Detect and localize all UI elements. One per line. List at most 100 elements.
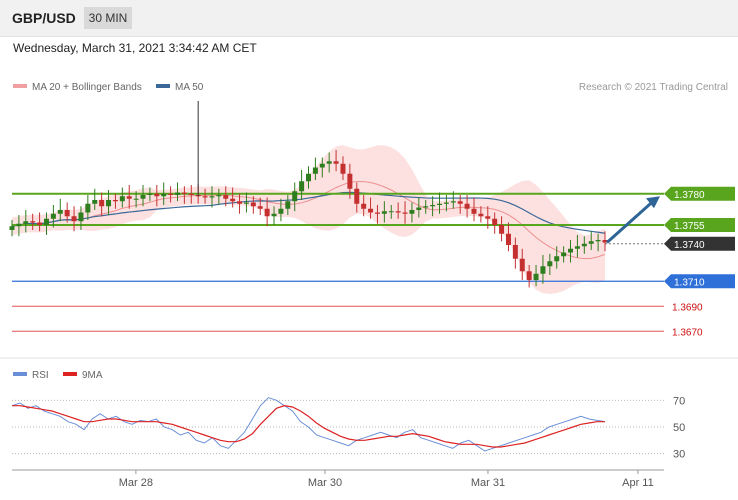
candle-body xyxy=(168,193,174,195)
candle-body xyxy=(574,246,580,249)
candle-body xyxy=(395,211,401,213)
candle-body xyxy=(37,222,43,225)
candle-body xyxy=(388,211,394,213)
level-label-1.3755: 1.3755 xyxy=(674,221,705,232)
ma50-legend-label: MA 50 xyxy=(175,82,204,93)
candle-body xyxy=(402,212,408,214)
candle-body xyxy=(154,193,160,197)
candle-body xyxy=(374,212,380,214)
candle-body xyxy=(354,188,360,204)
candle-body xyxy=(430,205,436,207)
candle-body xyxy=(257,206,263,209)
candle-body xyxy=(119,196,125,202)
forecast-arrow xyxy=(605,196,660,244)
candle-body xyxy=(499,225,505,234)
ma50-legend-swatch xyxy=(156,84,170,88)
rsi-tick-70: 70 xyxy=(673,395,685,407)
x-tick-label: Mar 28 xyxy=(119,477,153,489)
candle-body xyxy=(554,256,560,262)
candle-body xyxy=(519,258,525,272)
candle-body xyxy=(416,207,422,210)
candle-body xyxy=(250,202,256,207)
level-label-1.3670: 1.3670 xyxy=(672,327,703,338)
candle-body xyxy=(237,201,243,204)
candle-body xyxy=(243,202,249,204)
ma20-legend-swatch xyxy=(13,84,27,88)
candle-body xyxy=(326,161,332,164)
candle-body xyxy=(23,221,29,224)
candle-body xyxy=(381,211,387,214)
rsi-tick-50: 50 xyxy=(673,422,685,434)
rsi-legend-swatch xyxy=(13,372,27,376)
candle-body xyxy=(57,210,63,214)
candle-body xyxy=(16,223,22,227)
ma9-legend-swatch xyxy=(63,372,77,376)
credit-text: Research © 2021 Trading Central xyxy=(579,82,728,93)
level-label-1.3740: 1.3740 xyxy=(674,240,705,251)
candle-body xyxy=(140,195,146,199)
candle-body xyxy=(188,193,194,195)
rsi-tick-30: 30 xyxy=(673,449,685,461)
level-label-1.3780: 1.3780 xyxy=(674,190,705,201)
x-tick-label: Mar 31 xyxy=(471,477,505,489)
candle-body xyxy=(92,200,98,204)
x-axis: Mar 28 Mar 30 Mar 31 Apr 11 xyxy=(12,469,664,489)
candle-body xyxy=(112,200,118,202)
level-labels: 1.3780 1.3755 1.3740 1.3710 1.3690 1.3670 xyxy=(664,186,735,338)
candle-body xyxy=(561,252,567,257)
candle-body xyxy=(368,208,374,213)
candle-body xyxy=(202,196,208,198)
candle-body xyxy=(50,213,56,219)
candle-body xyxy=(581,243,587,247)
rsi-series-RSI xyxy=(11,397,606,452)
candle-body xyxy=(216,195,222,197)
candle-body xyxy=(409,210,415,214)
candle-body xyxy=(43,218,49,225)
candle-body xyxy=(443,202,449,204)
candle-body xyxy=(319,163,325,168)
candle-body xyxy=(85,203,91,213)
candle-body xyxy=(292,191,298,202)
candle-body xyxy=(285,201,291,209)
rsi-panel: 70 50 30 xyxy=(11,395,685,461)
rsi-legend-label: RSI xyxy=(32,370,49,381)
candle-body xyxy=(464,203,470,209)
candle-body xyxy=(71,216,77,222)
candle-body xyxy=(271,213,277,217)
x-tick-label: Mar 30 xyxy=(308,477,342,489)
candle-body xyxy=(209,196,215,198)
candle-body xyxy=(547,261,553,267)
candle-body xyxy=(30,221,36,223)
candle-body xyxy=(106,200,112,207)
candle-body xyxy=(312,167,318,174)
candle-body xyxy=(512,245,518,259)
candle-body xyxy=(595,240,601,242)
level-label-1.3710: 1.3710 xyxy=(674,277,705,288)
candle-body xyxy=(478,213,484,217)
candle-body xyxy=(223,195,229,199)
candle-body xyxy=(78,212,84,222)
candle-body xyxy=(533,273,539,280)
x-tick-label: Apr 11 xyxy=(622,477,654,489)
candle-body xyxy=(147,193,153,195)
candle-body xyxy=(471,208,477,214)
candle-body xyxy=(64,210,70,217)
candle-body xyxy=(333,161,339,164)
candle-body xyxy=(126,196,132,199)
candle-body xyxy=(485,216,491,219)
candle-body xyxy=(492,218,498,225)
candle-body xyxy=(540,266,546,274)
candle-body xyxy=(588,241,594,244)
candle-body xyxy=(505,233,511,245)
candle-body xyxy=(423,206,429,208)
candle-body xyxy=(361,203,367,209)
candle-body xyxy=(99,200,105,207)
level-label-1.3690: 1.3690 xyxy=(672,302,703,313)
candle-body xyxy=(230,198,236,202)
candle-body xyxy=(181,192,187,194)
candle-body xyxy=(526,271,532,280)
candle-body xyxy=(437,203,443,205)
candle-body xyxy=(161,193,167,197)
candle-body xyxy=(9,226,15,230)
candle-body xyxy=(340,163,346,174)
